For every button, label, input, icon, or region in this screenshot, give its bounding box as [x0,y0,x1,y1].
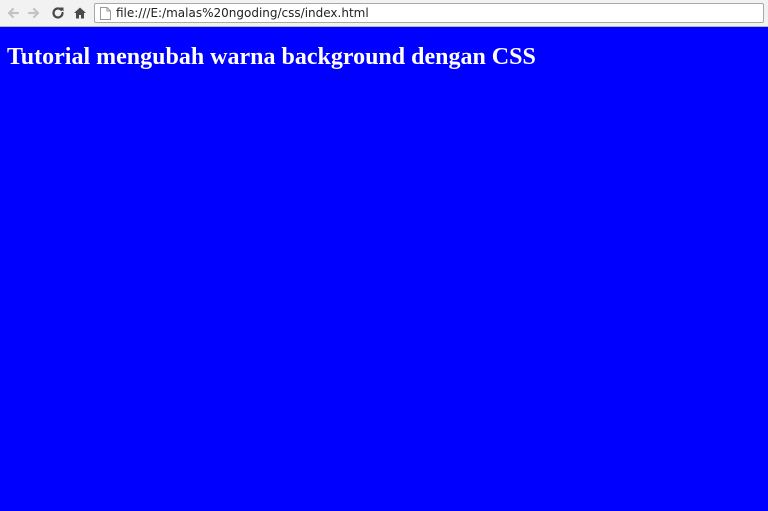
page-viewport: Tutorial mengubah warna background denga… [0,27,768,511]
page-icon [100,7,111,20]
reload-button[interactable] [49,4,67,22]
page-heading: Tutorial mengubah warna background denga… [7,44,536,70]
reload-icon [52,7,64,19]
url-text: file:///E:/malas%20ngoding/css/index.htm… [116,6,369,20]
back-button[interactable] [4,4,22,22]
address-bar[interactable]: file:///E:/malas%20ngoding/css/index.htm… [94,3,764,23]
home-icon [74,7,86,19]
forward-button[interactable] [25,4,43,22]
home-button[interactable] [71,4,89,22]
browser-toolbar: file:///E:/malas%20ngoding/css/index.htm… [0,0,768,27]
forward-arrow-icon [27,7,40,19]
back-arrow-icon [7,7,20,19]
